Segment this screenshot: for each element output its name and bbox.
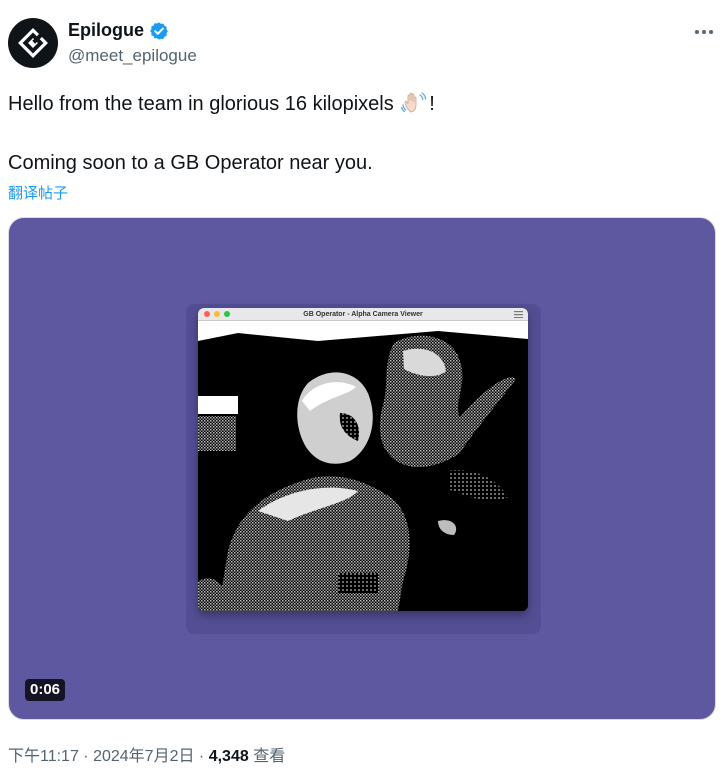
avatar[interactable] bbox=[8, 18, 58, 68]
tweet-time[interactable]: 下午11:17 bbox=[8, 748, 79, 765]
tweet-meta: 下午11:17 · 2024年7月2日 · 4,348 查看 bbox=[8, 742, 285, 766]
window-titlebar: GB Operator - Alpha Camera Viewer bbox=[198, 308, 528, 321]
tweet-line-1-text: Hello from the team in glorious 16 kilop… bbox=[8, 93, 400, 115]
video-player[interactable]: GB Operator - Alpha Camera Viewer 0:06 bbox=[8, 217, 716, 720]
tweet-line-1: Hello from the team in glorious 16 kilop… bbox=[8, 90, 708, 117]
tweet-line-2: Coming soon to a GB Operator near you. bbox=[8, 152, 373, 174]
tweet-line-1-end: ! bbox=[429, 93, 435, 115]
camera-viewer-window: GB Operator - Alpha Camera Viewer bbox=[198, 308, 528, 611]
tweet-date[interactable]: 2024年7月2日 bbox=[93, 748, 194, 765]
sidebar-toggle-icon bbox=[514, 311, 523, 318]
epilogue-logo-icon bbox=[18, 28, 48, 58]
video-duration-badge: 0:06 bbox=[25, 679, 66, 701]
display-name[interactable]: Epilogue bbox=[68, 20, 144, 41]
author-handle[interactable]: @meet_epilogue bbox=[68, 46, 197, 66]
waving-hand-icon bbox=[401, 92, 427, 113]
views-label: 查看 bbox=[248, 748, 286, 765]
verified-badge-icon[interactable] bbox=[149, 21, 169, 41]
views-count: 4,348 bbox=[208, 748, 249, 765]
window-title: GB Operator - Alpha Camera Viewer bbox=[303, 311, 423, 318]
translate-post-link[interactable]: 翻译帖子 bbox=[8, 182, 68, 203]
meta-separator-2: · bbox=[194, 748, 209, 765]
author-name-row: Epilogue bbox=[68, 20, 169, 41]
more-options-icon[interactable] bbox=[692, 20, 716, 44]
meta-separator: · bbox=[78, 748, 94, 765]
camera-frame-image bbox=[198, 321, 528, 611]
tweet-text: Hello from the team in glorious 16 kilop… bbox=[8, 90, 708, 117]
